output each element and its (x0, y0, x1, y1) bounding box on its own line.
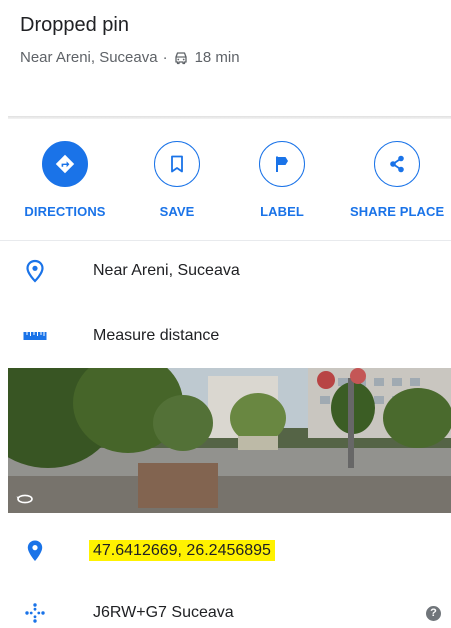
action-bar: DIRECTIONS SAVE LABEL SHARE PLACE (0, 141, 451, 231)
directions-label: DIRECTIONS (24, 204, 106, 219)
label-label: LABEL (260, 204, 304, 219)
place-header: Dropped pin Near Areni, Suceava · 18 min (20, 12, 441, 68)
share-place-label: SHARE PLACE (350, 204, 445, 219)
car-icon (173, 51, 189, 65)
actions-divider (0, 240, 451, 241)
share-icon (390, 155, 404, 173)
place-title: Dropped pin (20, 14, 129, 36)
plus-code-text: J6RW+G7 Suceava (93, 604, 234, 621)
label-button[interactable]: LABEL (227, 141, 337, 219)
measure-distance-row[interactable]: Measure distance (0, 321, 451, 351)
location-pin-outline-icon (22, 258, 48, 284)
place-subtitle: Near Areni, Suceava · 18 min (20, 48, 441, 68)
bookmark-icon (171, 155, 183, 173)
subtitle-separator: · (162, 49, 168, 66)
address-text: Near Areni, Suceava (93, 262, 240, 279)
flag-icon (276, 156, 288, 172)
location-pin-icon (22, 538, 48, 564)
save-button[interactable]: SAVE (122, 141, 232, 219)
help-icon[interactable]: ? (426, 605, 441, 621)
directions-button[interactable]: DIRECTIONS (10, 141, 120, 219)
plus-code-icon (22, 600, 48, 626)
measure-distance-text: Measure distance (93, 327, 220, 344)
ruler-icon (22, 323, 48, 349)
place-location: Near Areni, Suceava (20, 49, 158, 66)
save-label: SAVE (159, 204, 195, 219)
coordinates-row[interactable]: 47.6412669, 26.2456895 (0, 536, 451, 566)
share-place-button[interactable]: SHARE PLACE (345, 141, 451, 219)
coordinates-text: 47.6412669, 26.2456895 (89, 540, 275, 561)
drive-time: 18 min (194, 49, 240, 66)
360-rotate-icon (16, 494, 33, 504)
directions-icon (55, 154, 75, 174)
address-row[interactable]: Near Areni, Suceava (0, 256, 451, 286)
street-view-thumbnail[interactable] (8, 368, 451, 513)
header-divider (8, 116, 451, 119)
